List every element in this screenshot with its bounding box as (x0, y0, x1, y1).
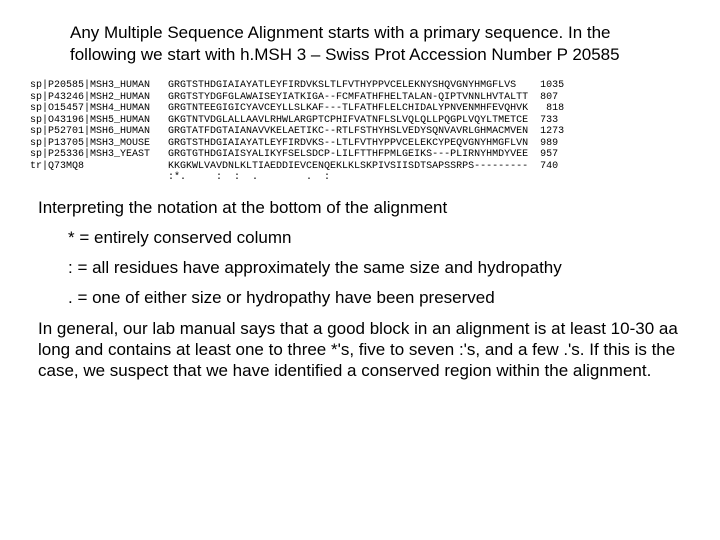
alignment-block: sp|P20585|MSH3_HUMAN GRGTSTHDGIAIAYATLEY… (30, 80, 690, 184)
legend-star: * = entirely conserved column (68, 228, 690, 248)
intro-paragraph: Any Multiple Sequence Alignment starts w… (70, 22, 630, 66)
legend-dot: . = one of either size or hydropathy hav… (68, 288, 690, 308)
interpretation-heading: Interpreting the notation at the bottom … (38, 198, 690, 218)
general-paragraph: In general, our lab manual says that a g… (38, 318, 686, 382)
legend-colon: : = all residues have approximately the … (68, 258, 690, 278)
